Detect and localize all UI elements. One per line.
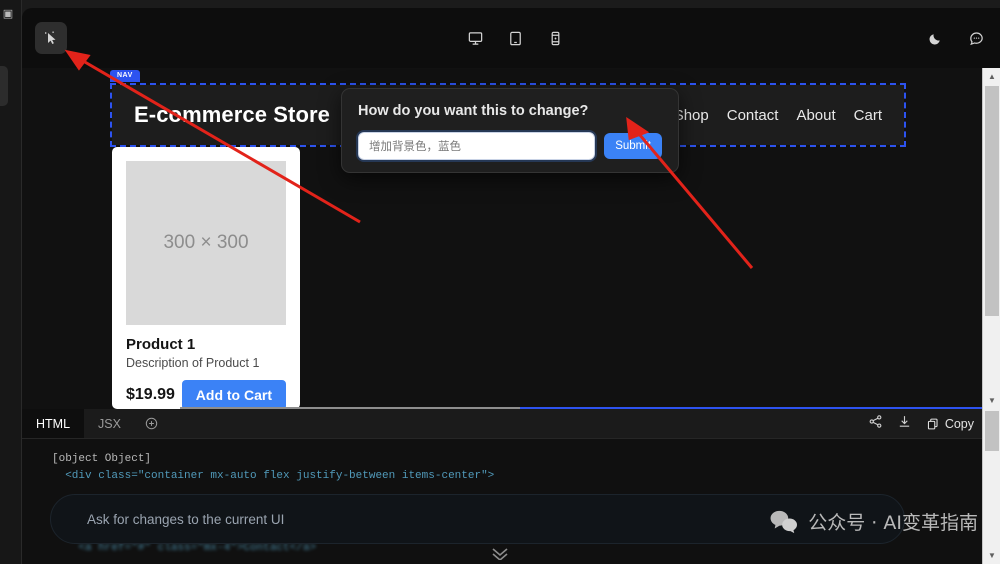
copy-label: Copy [944,417,974,431]
left-rail-chip[interactable] [0,66,8,106]
tab-html[interactable]: HTML [22,409,85,438]
product-card: 300 × 300 Product 1 Description of Produ… [112,147,300,409]
collapse-chevrons-icon[interactable] [489,546,511,564]
add-to-cart-button[interactable]: Add to Cart [181,380,286,409]
scrollbar-thumb[interactable] [985,86,999,316]
nav-link-cart[interactable]: Cart [854,107,882,124]
left-rail: ▣ [0,0,22,564]
editor-scrollbar-thumb[interactable] [985,411,999,451]
product-name: Product 1 [126,336,196,353]
product-image-placeholder: 300 × 300 [126,161,286,325]
nav-link-contact[interactable]: Contact [727,107,779,124]
editor-scroll-down-icon[interactable]: ▼ [983,547,1000,564]
nav-link-about[interactable]: About [796,107,835,124]
editor-actions: Copy [868,409,974,439]
code-line: <div class="container mx-auto flex justi… [52,470,495,482]
change-request-dialog: How do you want this to change? Submit [341,88,679,173]
selection-badge: NAV [110,70,140,82]
dialog-input-row: Submit [355,130,662,162]
app-root: ▣ NAV E-commerce Store Shop Contact Abou… [0,0,1000,564]
scroll-up-icon[interactable]: ▲ [983,68,1000,85]
select-cursor-icon[interactable] [35,22,67,54]
wechat-watermark: 公众号 · AI变革指南 [769,508,978,535]
change-request-input[interactable] [355,130,598,162]
viewport-desktop-icon[interactable] [459,22,491,54]
share-icon[interactable] [868,414,883,434]
store-title: E-commerce Store [134,102,331,127]
viewport-tablet-icon[interactable] [499,22,531,54]
dialog-title: How do you want this to change? [358,103,589,119]
submit-button[interactable]: Submit [604,133,662,159]
chat-placeholder: Ask for changes to the current UI [87,511,285,527]
left-rail-glyph-icon: ▣ [2,7,14,20]
top-toolbar [22,8,1000,68]
viewport-mobile-icon[interactable] [539,22,571,54]
product-price: $19.99 [126,386,175,403]
product-footer: $19.99 Add to Cart [126,380,286,409]
preview-scrollbar[interactable]: ▲ ▼ [982,68,1000,409]
chat-bubble-icon[interactable] [960,22,992,54]
product-description: Description of Product 1 [126,356,260,370]
download-icon[interactable] [897,414,912,434]
editor-tab-bar: HTML JSX Copy [22,409,982,439]
editor-scrollbar[interactable]: ▼ [982,409,1000,564]
scroll-down-icon[interactable]: ▼ [983,392,1000,409]
wechat-logo-icon [770,510,798,533]
code-line: [object Object] [52,453,152,465]
copy-button[interactable]: Copy [926,417,974,431]
add-tab-icon[interactable] [135,409,168,438]
dark-mode-toggle-icon[interactable] [920,22,952,54]
tab-jsx[interactable]: JSX [84,409,135,438]
watermark-text: 公众号 · AI变革指南 [808,512,978,534]
